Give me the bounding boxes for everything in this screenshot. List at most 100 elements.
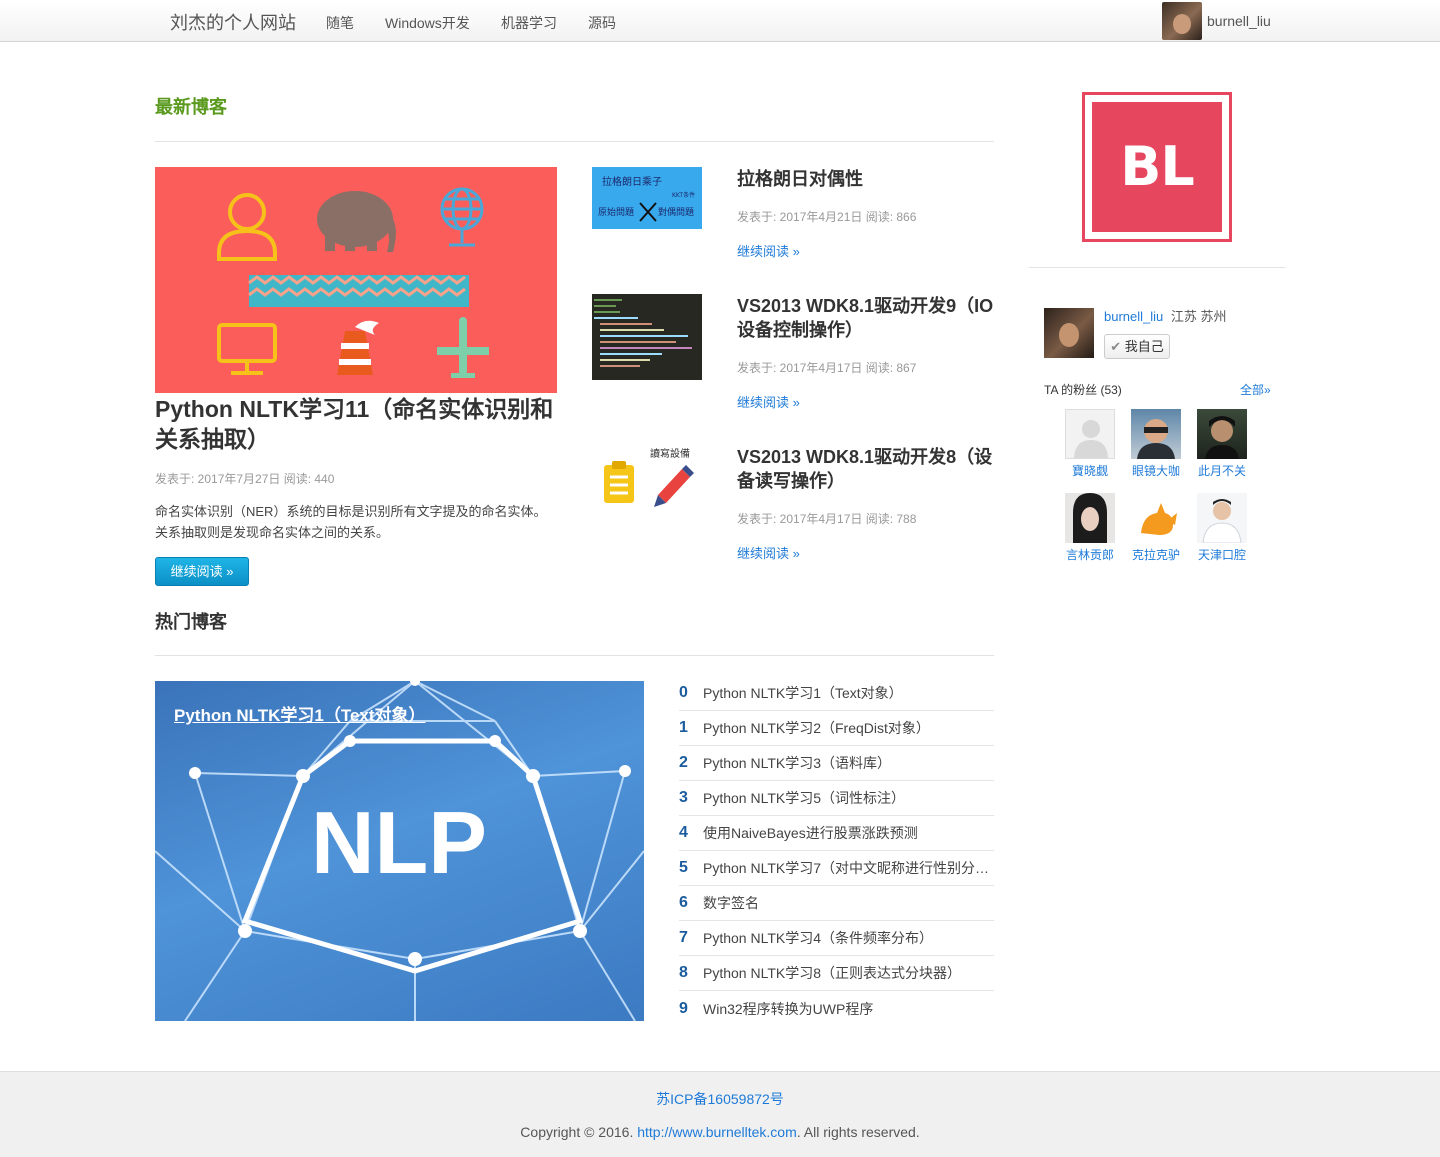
fan-avatar (1197, 493, 1247, 543)
monitor-icon (217, 323, 277, 375)
rank-link[interactable]: 使用NaiveBayes进行股票涨跌预测 (703, 823, 993, 843)
check-icon: ✔ (1110, 339, 1122, 354)
hot-rank-row[interactable]: 7 Python NLTK学习4（条件频率分布） (679, 921, 994, 956)
blog-meta-io-control: 发表于: 2017年4月17日 阅读: 867 (737, 361, 917, 375)
nav-link-windows-dev[interactable]: Windows开发 (385, 13, 470, 33)
hot-rank-row[interactable]: 6 数字签名 (679, 886, 994, 921)
featured-read-more-button[interactable]: 继续阅读 » (155, 557, 249, 586)
featured-illustration (217, 187, 489, 378)
page-footer: 苏ICP备16059872号 Copyright © 2016. http://… (0, 1071, 1440, 1157)
rank-number: 9 (679, 999, 688, 1017)
hot-rank-row[interactable]: 5 Python NLTK学习7（对中文昵称进行性别分类） (679, 851, 994, 886)
nav-link-source-code[interactable]: 源码 (588, 13, 616, 33)
nav-link-essays[interactable]: 随笔 (326, 13, 354, 33)
rank-link[interactable]: Python NLTK学习3（语料库） (703, 753, 993, 773)
blog-thumbnail-lagrange[interactable]: 拉格朗日乘子 KKT条件 原始問題 對偶問題 (592, 167, 702, 229)
svg-text:對偶問題: 對偶問題 (658, 206, 694, 218)
fan-avatar (1065, 493, 1115, 543)
read-more-link-lagrange[interactable]: 继续阅读 » (737, 241, 800, 260)
fan-name: 寶晓觑 (1071, 464, 1108, 478)
rank-link[interactable]: Python NLTK学习5（词性标注） (703, 788, 993, 808)
divider (155, 655, 994, 656)
rank-number: 2 (679, 754, 688, 771)
rank-number: 6 (679, 894, 688, 911)
rank-number: 0 (679, 684, 688, 701)
rank-link[interactable]: Python NLTK学习8（正则表达式分块器） (703, 963, 993, 983)
rank-number: 7 (679, 929, 688, 946)
fan-name: 天津口腔 (1197, 548, 1246, 562)
nav-link-machine-learning[interactable]: 机器学习 (501, 13, 557, 33)
hot-rank-row[interactable]: 0 Python NLTK学习1（Text对象） (679, 676, 994, 711)
divider (1029, 267, 1285, 268)
pencil-icon (654, 465, 694, 507)
elephant-icon (317, 191, 396, 252)
site-url-link[interactable]: http://www.burnelltek.com (637, 1124, 797, 1140)
hot-blog-image[interactable]: NLP Python NLTK学习1（Text对象） (155, 681, 644, 1021)
fans-all-link[interactable]: 全部» (1240, 381, 1271, 398)
rank-link[interactable]: Win32程序转换为UWP程序 (703, 999, 993, 1019)
fan-item[interactable]: 寶晓觑 (1062, 409, 1118, 479)
blog-meta-lagrange: 发表于: 2017年4月21日 阅读: 866 (737, 210, 917, 224)
fan-avatar (1131, 493, 1181, 543)
hot-rank-row[interactable]: 4 使用NaiveBayes进行股票涨跌预测 (679, 816, 994, 851)
fan-item[interactable]: 此月不关 (1194, 409, 1250, 479)
rank-number: 3 (679, 789, 688, 806)
blog-thumbnail-io-control[interactable] (592, 294, 702, 380)
latest-blogs-heading: 最新博客 (155, 97, 227, 117)
read-more-link-device-rw[interactable]: 继续阅读 » (737, 543, 800, 562)
featured-blog-title[interactable]: Python NLTK学习11（命名实体识别和关系抽取） (155, 394, 555, 454)
profile-avatar[interactable] (1044, 308, 1094, 358)
featured-blog-meta: 发表于: 2017年7月27日 阅读: 440 (155, 472, 335, 486)
fan-item[interactable]: 言林贡郎 (1062, 493, 1118, 563)
fan-avatar (1131, 409, 1181, 459)
thumb-text: 拉格朗日乘子 (602, 175, 662, 188)
user-avatar (1162, 2, 1202, 40)
nlp-text: NLP (311, 793, 487, 892)
profile-location: 江苏 苏州 (1170, 309, 1227, 324)
hot-rank-row[interactable]: 8 Python NLTK学习8（正则表达式分块器） (679, 956, 994, 991)
read-more-link-io-control[interactable]: 继续阅读 » (737, 392, 800, 411)
fan-avatar (1197, 409, 1247, 459)
top-navbar: 刘杰的个人网站 随笔 Windows开发 机器学习 源码 burnell_liu (0, 0, 1440, 42)
fan-item[interactable]: 眼镜大咖 (1128, 409, 1184, 479)
rank-link[interactable]: Python NLTK学习2（FreqDist对象） (703, 718, 993, 738)
site-brand[interactable]: 刘杰的个人网站 (170, 9, 296, 35)
airplane-icon (437, 317, 489, 378)
copyright-text: Copyright © 2016. http://www.burnelltek.… (520, 1124, 920, 1140)
self-button-label: 我自己 (1124, 339, 1164, 354)
site-logo: BL (1082, 92, 1232, 242)
blog-title-lagrange[interactable]: 拉格朗日对偶性 (737, 167, 997, 191)
logo-text: BL (1092, 102, 1222, 232)
nav-username: burnell_liu (1207, 13, 1271, 29)
fan-name: 眼镜大咖 (1131, 464, 1180, 478)
fan-name: 言林贡郎 (1065, 548, 1114, 562)
featured-blog-image[interactable] (155, 167, 557, 393)
blog-title-device-rw[interactable]: VS2013 WDK8.1驱动开发8（设备读写操作） (737, 445, 997, 493)
hot-blog-image-title[interactable]: Python NLTK学习1（Text对象） (174, 701, 426, 726)
fan-name: 克拉克驴 (1131, 548, 1180, 562)
hot-blogs-heading: 热门博客 (155, 612, 227, 632)
hot-rank-row[interactable]: 3 Python NLTK学习5（词性标注） (679, 781, 994, 816)
rank-number: 8 (679, 964, 688, 981)
rank-link[interactable]: Python NLTK学习4（条件频率分布） (703, 928, 993, 948)
divider (155, 141, 994, 142)
svg-text:原始問題: 原始問題 (598, 206, 634, 218)
rank-link[interactable]: Python NLTK学习1（Text对象） (703, 683, 993, 703)
nav-user-menu[interactable]: burnell_liu (1162, 2, 1271, 40)
rank-link[interactable]: Python NLTK学习7（对中文昵称进行性别分类） (703, 858, 993, 878)
rank-number: 5 (679, 859, 688, 876)
fan-item[interactable]: 克拉克驴 (1128, 493, 1184, 563)
blog-thumbnail-device-rw[interactable]: 讀寫設備 (592, 445, 702, 509)
profile-username-link[interactable]: burnell_liu (1104, 309, 1163, 324)
fan-name: 此月不关 (1197, 464, 1246, 478)
svg-text:讀寫設備: 讀寫設備 (650, 447, 690, 460)
self-button[interactable]: ✔ 我自己 (1104, 334, 1170, 359)
blog-title-io-control[interactable]: VS2013 WDK8.1驱动开发9（IO设备控制操作） (737, 294, 997, 342)
rank-link[interactable]: 数字签名 (703, 893, 993, 913)
clipboard-icon (604, 461, 634, 503)
icp-link[interactable]: 苏ICP备16059872号 (0, 1089, 1440, 1109)
hot-rank-row[interactable]: 9 Win32程序转换为UWP程序 (679, 991, 994, 1026)
fan-item[interactable]: 天津口腔 (1194, 493, 1250, 563)
hot-rank-row[interactable]: 1 Python NLTK学习2（FreqDist对象） (679, 711, 994, 746)
hot-rank-row[interactable]: 2 Python NLTK学习3（语料库） (679, 746, 994, 781)
